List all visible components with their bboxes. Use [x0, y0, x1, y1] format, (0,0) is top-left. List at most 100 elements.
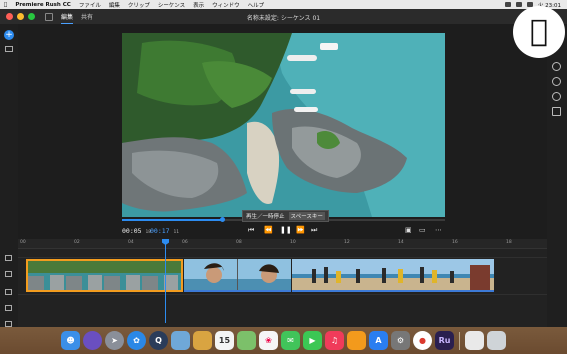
playhead[interactable]	[165, 239, 166, 323]
menu-clip[interactable]: クリップ	[124, 1, 154, 9]
tab-edit[interactable]: 編集	[61, 10, 74, 24]
menu-window[interactable]: ウィンドウ	[208, 1, 244, 9]
quicktime-icon[interactable]: Q	[149, 331, 168, 350]
ruler-tick: 04	[128, 240, 134, 245]
tooltip-label: 再生／一時停止	[246, 214, 285, 220]
tooltip-shortcut: スペースキー	[288, 212, 325, 220]
menu-edit[interactable]: 編集	[105, 1, 124, 9]
transform-icon[interactable]	[552, 107, 561, 116]
launchpad-icon[interactable]: ➤	[105, 331, 124, 350]
track-divider	[18, 257, 547, 258]
timeline-tools	[0, 239, 18, 329]
color-icon[interactable]	[552, 77, 561, 86]
calendar-icon[interactable]: 15	[215, 331, 234, 350]
messages-icon[interactable]: ✉	[281, 331, 300, 350]
step-forward-icon[interactable]: ⏩	[296, 226, 305, 234]
rush-label: Ru	[438, 336, 451, 345]
ruler-tick: 14	[398, 240, 404, 245]
title-bar: 編集 共有 名称未設定: シーケンス 01	[0, 9, 567, 24]
safari-icon[interactable]: ✿	[127, 331, 146, 350]
selected-video-clip[interactable]	[26, 259, 183, 292]
speed-icon[interactable]	[552, 92, 561, 101]
ruler-tick: 06	[182, 240, 188, 245]
photos-icon[interactable]: ❀	[259, 331, 278, 350]
track-icon[interactable]	[5, 305, 12, 311]
tab-share[interactable]: 共有	[81, 10, 93, 23]
ruler-tick: 08	[236, 240, 242, 245]
total-time: 00:17	[150, 227, 170, 235]
site-badge: 	[513, 6, 565, 58]
scrubber-handle[interactable]	[220, 217, 226, 222]
chrome-icon[interactable]: ●	[413, 331, 432, 350]
right-toolbar	[547, 24, 567, 329]
facetime-icon[interactable]: ▶	[303, 331, 322, 350]
video-preview[interactable]	[122, 33, 445, 217]
ruler-tick: 02	[74, 240, 80, 245]
home-icon[interactable]	[45, 12, 53, 21]
add-media-button[interactable]: +	[4, 30, 14, 40]
document-icon[interactable]	[465, 331, 484, 350]
maps-icon[interactable]	[237, 331, 256, 350]
track-divider	[18, 294, 547, 295]
apple-menu-icon[interactable]: 	[0, 2, 11, 8]
clip-thumbnails	[184, 259, 291, 290]
timeline[interactable]: 00 02 04 06 08 10 12 14 16 18	[18, 239, 547, 329]
dock: ☻ ➤ ✿ Q 15 ❀ ✉ ▶ ♫ A ⚙ ● Ru	[0, 327, 567, 354]
dock-separator	[459, 331, 460, 350]
ruler-tick: 00	[20, 240, 26, 245]
video-clip[interactable]	[184, 259, 291, 292]
zoom-window-button[interactable]	[28, 13, 35, 20]
transport-bar: 00:05 18 00:17 11 ⏮ ⏪ ❚❚ ⏩ ⏭ ▣ ▭ ⋯	[118, 225, 448, 237]
app-menu[interactable]: Premiere Rush CC	[11, 2, 75, 8]
go-to-end-icon[interactable]: ⏭	[311, 226, 317, 235]
aerial-beach-image	[122, 33, 445, 217]
menu-view[interactable]: 表示	[189, 1, 208, 9]
menu-file[interactable]: ファイル	[75, 1, 105, 9]
step-back-icon[interactable]: ⏪	[264, 226, 273, 234]
total-timecode: 00:17 11	[150, 227, 179, 235]
pause-icon[interactable]: ❚❚	[280, 226, 292, 234]
ruler-tick: 16	[452, 240, 458, 245]
siri-icon[interactable]	[83, 331, 102, 350]
menu-sequence[interactable]: シーケンス	[154, 1, 189, 9]
play-pause-tooltip: 再生／一時停止 スペースキー	[242, 210, 329, 222]
titles-icon[interactable]	[552, 62, 561, 71]
music-icon[interactable]: ♫	[325, 331, 344, 350]
finder-icon[interactable]: ☻	[61, 331, 80, 350]
scrubber-progress	[122, 219, 223, 221]
clip-thumbnails	[292, 259, 494, 290]
app-window: 編集 共有 名称未設定: シーケンス 01 + 再生／一時停止 スペースキー 0…	[0, 9, 567, 330]
wifi-icon[interactable]	[515, 2, 522, 7]
notes-icon[interactable]	[193, 331, 212, 350]
apple-logo-icon: 	[530, 17, 548, 47]
books-icon[interactable]	[347, 331, 366, 350]
calendar-day: 15	[218, 336, 231, 345]
fit-icon[interactable]: ▣	[405, 226, 412, 234]
scissors-icon[interactable]	[5, 255, 12, 261]
clip-thumbnails	[28, 261, 181, 290]
more-icon[interactable]: ⋯	[435, 226, 442, 234]
current-time: 00:05	[122, 227, 142, 235]
media-icon[interactable]	[5, 46, 13, 52]
duplicate-icon[interactable]	[5, 271, 12, 277]
go-to-start-icon[interactable]: ⏮	[248, 226, 254, 235]
ruler-tick: 10	[290, 240, 296, 245]
ruler-tick: 12	[344, 240, 350, 245]
minimize-window-button[interactable]	[17, 13, 24, 20]
trash-icon[interactable]	[5, 289, 12, 295]
video-clip[interactable]	[292, 259, 494, 292]
menu-help[interactable]: ヘルプ	[244, 1, 269, 9]
preview-icon[interactable]	[171, 331, 190, 350]
menu-bar:  Premiere Rush CC ファイル 編集 クリップ シーケンス 表示…	[0, 0, 567, 9]
trash-icon[interactable]	[487, 331, 506, 350]
system-preferences-icon[interactable]: ⚙	[391, 331, 410, 350]
aspect-ratio-icon[interactable]: ▭	[419, 226, 426, 234]
app-store-icon[interactable]: A	[369, 331, 388, 350]
status-icon[interactable]	[504, 2, 511, 7]
current-timecode: 00:05 18	[122, 227, 151, 235]
close-window-button[interactable]	[6, 13, 13, 20]
ruler-tick: 18	[506, 240, 512, 245]
total-frames: 11	[173, 230, 179, 235]
time-ruler[interactable]: 00 02 04 06 08 10 12 14 16 18	[18, 239, 547, 249]
premiere-rush-icon[interactable]: Ru	[435, 331, 454, 350]
